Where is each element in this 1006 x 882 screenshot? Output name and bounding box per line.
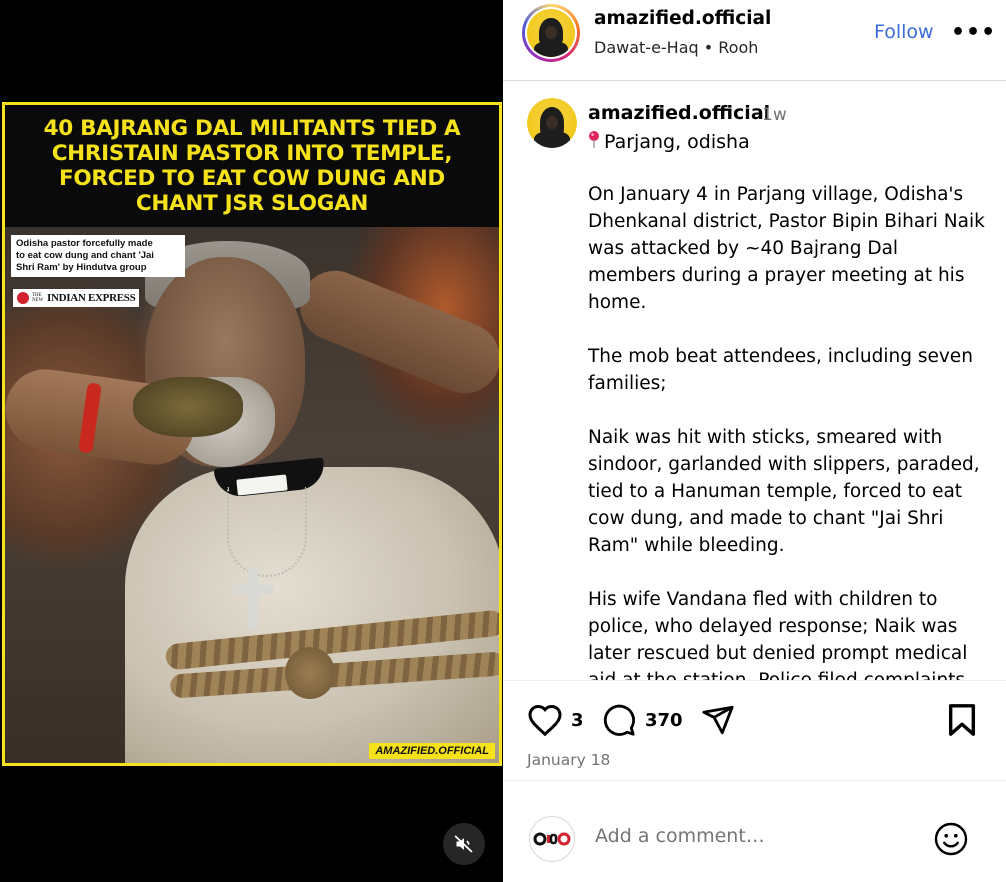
emoji-button[interactable] [933, 821, 969, 861]
caption-paragraph: Naik was hit with sticks, smeared with s… [588, 427, 980, 556]
caption-body: On January 4 in Parjang village, Odisha'… [588, 181, 988, 680]
header-username[interactable]: amazified.official [594, 8, 771, 29]
cross-icon-bar [233, 585, 273, 594]
photo-arm-right [289, 260, 499, 404]
source-brand-name: INDIAN EXPRESS [47, 292, 136, 304]
share-button[interactable] [700, 703, 736, 737]
header-avatar[interactable] [522, 4, 580, 62]
source-brand: THE NEW INDIAN EXPRESS [13, 289, 140, 307]
caption-username[interactable]: amazified.official [588, 102, 770, 124]
source-caption: Odisha pastor forcefully made to eat cow… [11, 235, 185, 277]
source-caption-line: to eat cow dung and chant 'Jai [16, 250, 154, 261]
photo-chain [227, 487, 307, 577]
post-headline: 40 BAJRANG DAL MILITANTS TIED A CHRISTAI… [43, 116, 461, 216]
watermark: AMAZIFIED.OFFICIAL [369, 743, 495, 759]
smiley-icon [934, 822, 968, 856]
headline-banner: 40 BAJRANG DAL MILITANTS TIED A CHRISTAI… [5, 105, 499, 227]
save-button[interactable] [947, 703, 977, 737]
speaker-muted-icon [454, 835, 473, 853]
user-avatar-logo [533, 832, 571, 846]
photo-scene [5, 227, 499, 763]
source-brand-small: THE NEW [32, 293, 44, 303]
action-bar: 3 370 January 18 [503, 680, 1006, 780]
caption-area[interactable]: amazified.official 1w Parjang, odisha On… [503, 82, 1006, 680]
brand-logo-icon [17, 292, 29, 304]
photo-rope-knot [285, 647, 335, 699]
bookmark-icon [948, 704, 976, 736]
source-caption-line: Odisha pastor forcefully made [16, 238, 153, 249]
post-date[interactable]: January 18 [527, 751, 610, 769]
like-button[interactable]: 3 [527, 703, 584, 737]
mute-button[interactable] [443, 823, 485, 865]
caption-location: Parjang, odisha [588, 130, 750, 153]
comment-bubble-icon [603, 704, 635, 736]
media-pane[interactable]: 40 BAJRANG DAL MILITANTS TIED A CHRISTAI… [0, 0, 503, 882]
caption-paragraph: His wife Vandana fled with children to p… [588, 589, 968, 680]
avatar-image [527, 9, 575, 57]
cross-icon [248, 569, 258, 629]
caption-paragraph: On January 4 in Parjang village, Odisha'… [588, 184, 985, 313]
comment-input[interactable] [595, 825, 915, 847]
more-options-icon[interactable]: ••• [951, 20, 996, 45]
photo-dung [133, 377, 243, 437]
comment-bar [503, 780, 1006, 882]
post-header: amazified.official Dawat-e-Haq • Rooh Fo… [503, 0, 1006, 81]
comment-button[interactable]: 370 [601, 703, 683, 737]
source-caption-line: Shri Ram' by Hindutva group [16, 262, 147, 273]
location-pin-icon [588, 131, 600, 148]
post-details-pane: amazified.official Dawat-e-Haq • Rooh Fo… [503, 0, 1006, 882]
location-label: Parjang, odisha [604, 131, 750, 153]
commenter-avatar[interactable] [529, 816, 575, 862]
follow-button[interactable]: Follow [874, 21, 934, 43]
caption-avatar[interactable] [527, 98, 577, 148]
header-audio-subtitle[interactable]: Dawat-e-Haq • Rooh [594, 38, 758, 57]
comment-count: 370 [645, 709, 683, 731]
caption-timestamp[interactable]: 1w [762, 105, 787, 125]
heart-icon [528, 704, 562, 737]
share-paper-plane-icon [702, 705, 734, 735]
post-image[interactable]: 40 BAJRANG DAL MILITANTS TIED A CHRISTAI… [2, 102, 502, 766]
caption-paragraph: The mob beat attendees, including seven … [588, 346, 973, 394]
like-count: 3 [571, 709, 584, 731]
